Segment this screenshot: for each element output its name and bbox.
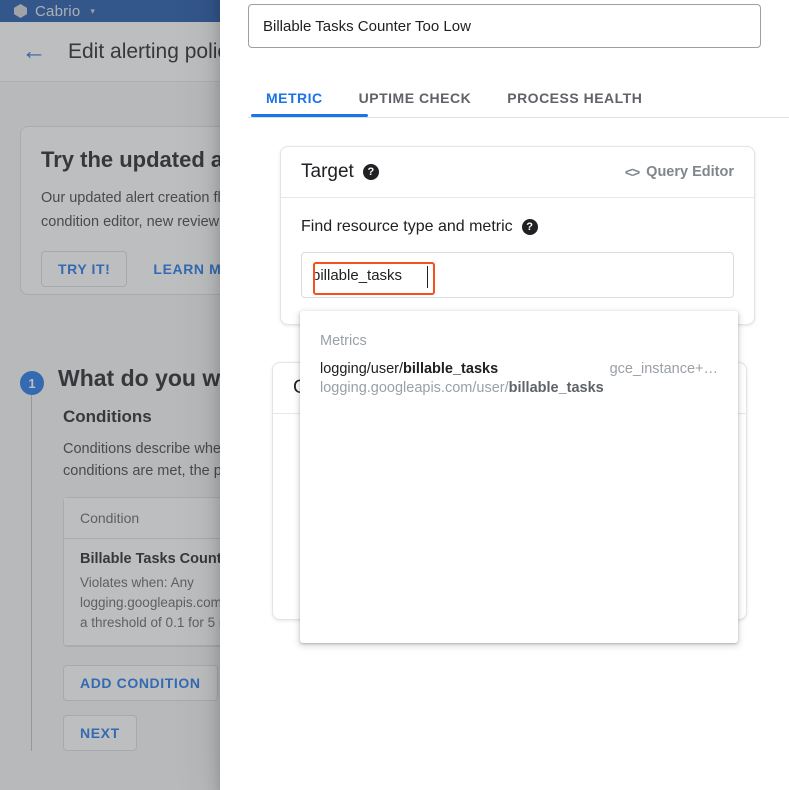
help-circle-icon[interactable]: ?: [362, 164, 379, 180]
target-heading-group: Target ?: [301, 161, 379, 183]
suggestion-main-text: logging/user/billable_tasks: [320, 361, 498, 377]
condition-title-field-wrap: [248, 4, 761, 48]
query-editor-label: Query Editor: [646, 164, 734, 180]
list-item[interactable]: logging/user/billable_tasks gce_instance…: [300, 349, 738, 406]
dialog-tabs: METRIC UPTIME CHECK PROCESS HEALTH: [248, 74, 761, 118]
dropdown-section-label: Metrics: [320, 333, 367, 349]
code-brackets-icon: <>: [624, 164, 640, 180]
arrow-left-icon[interactable]: ←: [12, 30, 56, 74]
next-button[interactable]: NEXT: [63, 715, 137, 751]
metric-search-field: [301, 252, 734, 298]
suggestion-sub-match: billable_tasks: [508, 380, 604, 396]
chevron-down-icon[interactable]: ▾: [90, 6, 95, 17]
target-card-header: Target ? <> Query Editor: [281, 147, 754, 198]
suggestion-sub-text: logging.googleapis.com/user/billable_tas…: [320, 380, 718, 396]
help-circle-icon[interactable]: ?: [521, 219, 538, 235]
add-condition-button[interactable]: ADD CONDITION: [63, 665, 218, 701]
metric-search-input[interactable]: [312, 253, 733, 297]
project-name[interactable]: Cabrio: [35, 3, 80, 20]
suggestion-sub-prefix: logging.googleapis.com/user/: [320, 380, 509, 396]
suggestion-resource-type: gce_instance+…: [609, 361, 718, 377]
target-card-body: Find resource type and metric ?: [281, 198, 754, 324]
query-editor-button[interactable]: <> Query Editor: [625, 164, 734, 180]
shield-logo-icon: [14, 4, 27, 18]
suggestion-main-prefix: logging/user/: [320, 361, 404, 377]
metric-autocomplete-dropdown: Metrics logging/user/billable_tasks gce_…: [300, 311, 738, 643]
suggestion-main-row: logging/user/billable_tasks gce_instance…: [320, 361, 718, 377]
find-resource-label: Find resource type and metric: [301, 218, 513, 235]
step-number-badge: 1: [20, 371, 44, 395]
tabs-divider: [248, 117, 789, 118]
condition-title-input[interactable]: [248, 4, 761, 48]
target-card: Target ? <> Query Editor Find resource t…: [280, 146, 755, 325]
try-it-button[interactable]: TRY IT!: [41, 251, 128, 287]
text-caret: [427, 266, 428, 288]
page-title: Edit alerting policy: [68, 39, 239, 63]
tab-active-indicator: [251, 114, 368, 117]
target-heading: Target: [301, 161, 354, 182]
tab-process-health[interactable]: PROCESS HEALTH: [489, 90, 660, 118]
suggestion-main-match: billable_tasks: [403, 361, 499, 377]
find-resource-label-group: Find resource type and metric ?: [301, 218, 734, 236]
